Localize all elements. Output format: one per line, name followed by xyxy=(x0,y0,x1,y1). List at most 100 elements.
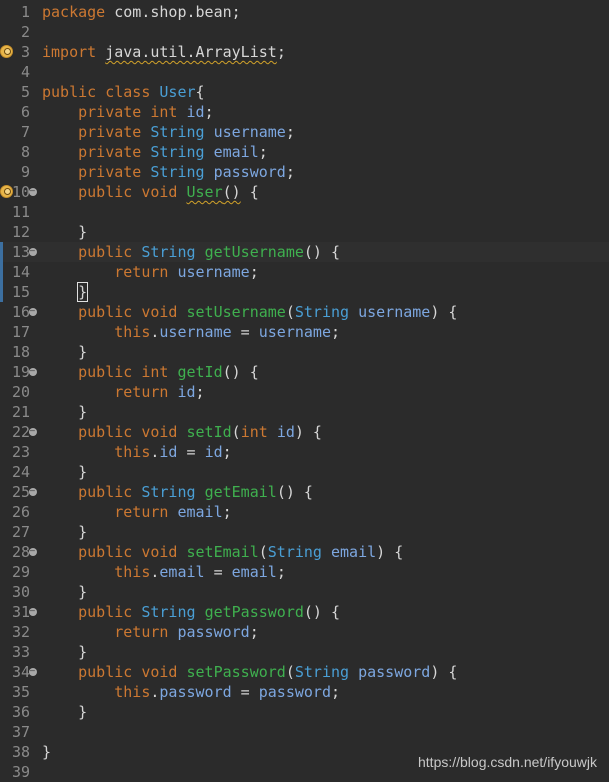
code-line[interactable]: 23 this.id = id; xyxy=(0,442,609,462)
code-line[interactable]: 25 public String getEmail() { xyxy=(0,482,609,502)
line-gutter: 31 xyxy=(0,602,38,622)
code-line[interactable]: 19 public int getId() { xyxy=(0,362,609,382)
code-token: void xyxy=(141,543,178,561)
code-text: } xyxy=(42,222,87,242)
code-line[interactable]: 15 } xyxy=(0,282,609,302)
code-line[interactable]: 18 } xyxy=(0,342,609,362)
line-gutter: 2 xyxy=(0,22,38,42)
code-text: } xyxy=(42,742,51,762)
code-line[interactable]: 32 return password; xyxy=(0,622,609,642)
code-line[interactable]: 5 public class User{ xyxy=(0,82,609,102)
code-line[interactable]: 4 xyxy=(0,62,609,82)
fold-collapse-icon[interactable] xyxy=(29,307,37,316)
code-token: } xyxy=(42,743,52,761)
code-text: } xyxy=(42,462,87,482)
code-token: ( xyxy=(258,543,268,561)
code-token: = xyxy=(177,443,205,461)
code-text: public class User{ xyxy=(42,82,205,102)
code-token: password xyxy=(159,683,232,701)
code-line[interactable]: 34 public void setPassword(String passwo… xyxy=(0,662,609,682)
code-line[interactable]: 24 } xyxy=(0,462,609,482)
line-gutter: 24 xyxy=(0,462,38,482)
fold-collapse-icon[interactable] xyxy=(29,247,37,256)
code-text: private String email; xyxy=(42,142,268,162)
line-number: 5 xyxy=(20,83,30,101)
code-line[interactable]: 2 xyxy=(0,22,609,42)
code-token: String xyxy=(267,543,322,561)
code-line[interactable]: 26 return email; xyxy=(0,502,609,522)
code-token: public xyxy=(42,663,133,681)
code-token: password xyxy=(358,663,431,681)
code-line[interactable]: 28 public void setEmail(String email) { xyxy=(0,542,609,562)
line-number: 24 xyxy=(11,463,30,481)
code-line[interactable]: 3 import java.util.ArrayList; xyxy=(0,42,609,62)
fold-collapse-icon[interactable] xyxy=(29,547,37,556)
code-token: private xyxy=(42,163,142,181)
line-number: 32 xyxy=(11,623,30,641)
code-text: public void setEmail(String email) { xyxy=(42,542,403,562)
code-text: return email; xyxy=(42,502,232,522)
code-line[interactable]: 7 private String username; xyxy=(0,122,609,142)
code-token: ; xyxy=(276,43,286,61)
code-line[interactable]: 20 return id; xyxy=(0,382,609,402)
code-token: username xyxy=(213,123,286,141)
fold-collapse-icon[interactable] xyxy=(29,607,37,616)
code-line[interactable]: 10 public void User() { xyxy=(0,182,609,202)
fold-collapse-icon[interactable] xyxy=(29,487,37,496)
code-token: setPassword xyxy=(186,663,286,681)
code-line[interactable]: 27 } xyxy=(0,522,609,542)
code-line[interactable]: 29 this.email = email; xyxy=(0,562,609,582)
code-line[interactable]: 16 public void setUsername(String userna… xyxy=(0,302,609,322)
code-line[interactable]: 21 } xyxy=(0,402,609,422)
line-gutter: 32 xyxy=(0,622,38,642)
line-gutter: 1 xyxy=(0,2,38,22)
line-number: 22 xyxy=(11,423,30,441)
code-token: } xyxy=(42,643,88,661)
code-token: int xyxy=(240,423,268,441)
line-gutter: 7 xyxy=(0,122,38,142)
code-line[interactable]: 33 } xyxy=(0,642,609,662)
code-token: public xyxy=(42,543,133,561)
code-line[interactable]: 31 public String getPassword() { xyxy=(0,602,609,622)
code-line[interactable]: 22 public void setId(int id) { xyxy=(0,422,609,442)
fold-collapse-icon[interactable] xyxy=(29,667,37,676)
fold-collapse-icon[interactable] xyxy=(29,367,37,376)
code-line[interactable]: 36 } xyxy=(0,702,609,722)
line-gutter: 11 xyxy=(0,202,38,222)
line-number: 18 xyxy=(11,343,30,361)
code-token: ; xyxy=(222,503,232,521)
line-number: 17 xyxy=(11,323,30,341)
code-text: public void setPassword(String password)… xyxy=(42,662,457,682)
code-line[interactable]: 35 this.password = password; xyxy=(0,682,609,702)
code-line[interactable]: 11 xyxy=(0,202,609,222)
fold-collapse-icon[interactable] xyxy=(29,187,37,196)
code-token: void xyxy=(141,663,178,681)
code-token: ; xyxy=(222,443,232,461)
code-token: String xyxy=(141,243,196,261)
code-token: String xyxy=(150,143,205,161)
line-gutter: 26 xyxy=(0,502,38,522)
code-token: return xyxy=(42,263,169,281)
code-line[interactable]: 1 package com.shop.bean; xyxy=(0,2,609,22)
code-line[interactable]: 9 private String password; xyxy=(0,162,609,182)
code-line[interactable]: 14 return username; xyxy=(0,262,609,282)
code-token: setId xyxy=(186,423,232,441)
fold-collapse-icon[interactable] xyxy=(29,427,37,436)
code-token: setEmail xyxy=(186,543,259,561)
code-line[interactable]: 8 private String email; xyxy=(0,142,609,162)
code-text: public int getId() { xyxy=(42,362,259,382)
code-line[interactable]: 37 xyxy=(0,722,609,742)
line-gutter: 35 xyxy=(0,682,38,702)
code-text: } xyxy=(42,402,87,422)
code-line[interactable]: 12 } xyxy=(0,222,609,242)
code-line[interactable]: 13 public String getUsername() { xyxy=(0,242,609,262)
code-line[interactable]: 17 this.username = username; xyxy=(0,322,609,342)
code-line[interactable]: 6 private int id; xyxy=(0,102,609,122)
code-line[interactable]: 30 } xyxy=(0,582,609,602)
code-token: return xyxy=(42,623,169,641)
code-token: = xyxy=(204,563,232,581)
code-editor[interactable]: 1 package com.shop.bean; 2 3 import java.uti… xyxy=(0,0,609,781)
warning-icon[interactable] xyxy=(0,45,13,58)
